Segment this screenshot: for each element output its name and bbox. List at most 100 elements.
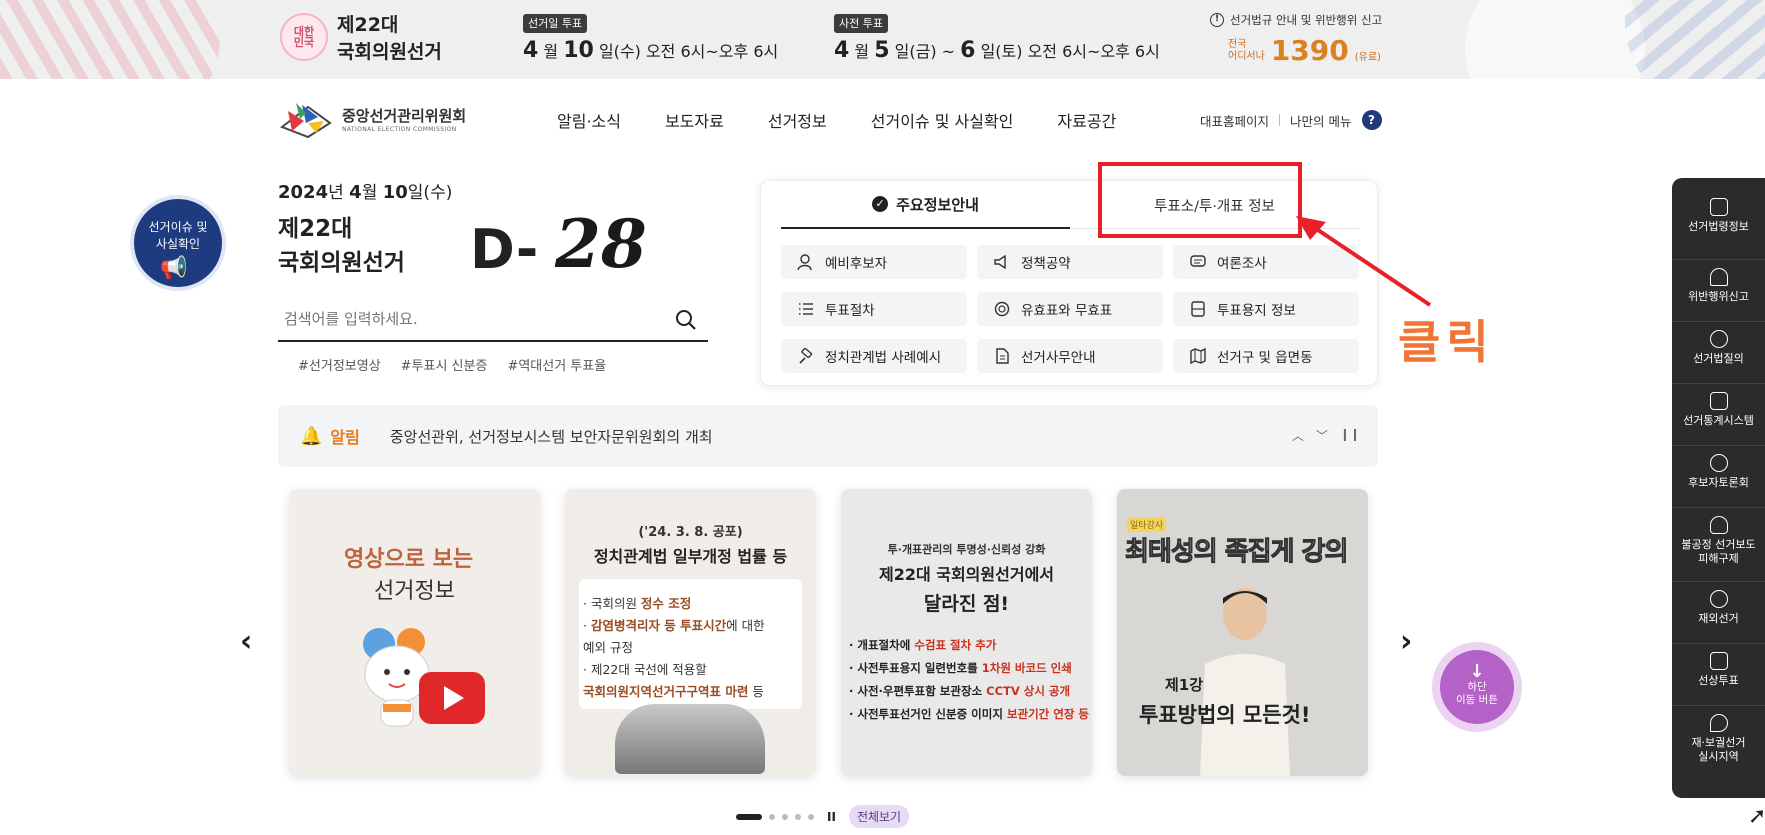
mouse-cursor-icon: ➚ [1748,804,1765,829]
election-title-line2: 국회의원선거 [337,41,442,63]
election-day-block: 선거일 투표 4 월 10 일(수) 오전 6시~오후 6시 [523,12,778,63]
search-input[interactable] [278,300,658,338]
menu-item-voting-procedure[interactable]: 투표절차 [781,292,967,326]
menu-item-valid-invalid-votes[interactable]: 유효표와 무효표 [977,292,1163,326]
notice-text[interactable]: 중앙선관위, 선거정보시스템 보안자문위원회의 개최 [390,426,713,447]
carousel-card-video[interactable]: 영상으로 보는 선거정보 [289,489,540,776]
pause-icon[interactable]: ❙❙ [1340,427,1360,444]
info-menu-grid: 예비후보자 정책공약 여론조사 투표절차 유효표와 무효표 투표용지 정보 정치… [781,245,1359,373]
help-icon[interactable]: ? [1361,110,1382,130]
scroll-bottom-label: 하단 [1467,681,1487,693]
election-title[interactable]: 제22대 국회의원선거 [337,12,442,66]
hashtag-link[interactable]: #투표시 신분증 [401,355,488,374]
carousel-card-law-revision[interactable]: ('24. 3. 8. 공포) 정치관계법 일부개정 법률 등 · 국회의원 정… [565,489,816,776]
early-vote-tag: 사전 투표 [834,14,888,33]
election-name: 제22대 국회의원선거 [278,216,405,276]
quick-menu-debate[interactable]: 후보자토론회 [1672,446,1765,508]
pause-icon[interactable]: II [827,810,836,824]
menu-item-label: 정치관계법 사례예시 [825,350,942,366]
quick-menu-law-inquiry[interactable]: 선거법질의 [1672,322,1765,384]
play-icon [419,672,485,724]
hotline: 전국 어디서나 1390 (유료) [1228,34,1381,67]
highlight-box [1098,162,1302,238]
hashtag-list: #선거정보영상 #투표시 신분증 #역대선거 투표율 [298,355,606,374]
quick-menu-label: 선거법령정보 [1688,220,1749,233]
nav-item-issues[interactable]: 선거이슈 및 사실확인 [871,108,1014,132]
menu-item-election-affairs[interactable]: 선거사무안내 [977,339,1163,373]
nav-item-resources[interactable]: 자료공간 [1057,108,1116,132]
carousel-next-icon[interactable]: › [1400,624,1412,659]
nav-item-election-info[interactable]: 선거정보 [768,108,827,132]
scroll-bottom-label: 이동 버튼 [1456,694,1498,706]
card-title: 영상으로 보는 [344,547,474,572]
tab-main-info[interactable]: ✓ 주요정보안내 [781,181,1070,229]
chevron-down-icon[interactable]: ﹀ [1316,427,1328,444]
quick-menu-by-election[interactable]: 재·보궐선거 실시지역 [1672,706,1765,786]
quick-menu-label: 선상투표 [1698,674,1739,687]
menu-item-preliminary-candidates[interactable]: 예비후보자 [781,245,967,279]
nec-logo-icon [279,103,332,139]
nec-logo[interactable]: 중앙선거관리위원회 NATIONAL ELECTION COMMISSION [278,97,466,141]
card-subtitle: 투표방법의 모든것! [1139,703,1311,727]
election-logo[interactable]: 대한 민국 [280,13,328,61]
monitor-chart-icon [1709,392,1728,410]
pager-dot[interactable] [795,813,801,820]
quick-menu-violation-report[interactable]: 위반행위신고 [1672,260,1765,322]
search-box [278,300,708,342]
quick-menu-unfair-report[interactable]: 불공정 선거보도 피해구제 [1672,508,1765,582]
carousel-prev-icon[interactable]: ‹ [240,624,252,659]
card-subtitle: 투·개표관리의 투명성·신뢰성 강화 [887,543,1046,556]
card-list: · 개표절차에 수검표 절차 추가 · 사전투표용지 일련번호를 1차원 바코드… [849,638,1090,721]
quick-menu-law-info[interactable]: 선거법령정보 [1672,198,1765,260]
hashtag-link[interactable]: #선거정보영상 [298,355,381,374]
menu-item-label: 투표용지 정보 [1217,303,1296,319]
pager-dot[interactable] [769,813,775,820]
quick-menu-overseas[interactable]: 재외선거 [1672,582,1765,644]
card-title: 최태성의 족집게 강의 [1124,537,1348,568]
pager-dot[interactable] [782,813,788,820]
scroll-bottom-button[interactable]: ↓ 하단 이동 버튼 [1440,650,1514,724]
search-icon[interactable] [674,308,698,332]
quick-menu-label: 재외선거 [1698,612,1739,625]
nav-item-press[interactable]: 보도자료 [665,108,724,132]
map-icon [1190,347,1206,365]
menu-item-political-law-cases[interactable]: 정치관계법 사례예시 [781,339,967,373]
chevron-up-icon[interactable]: ︿ [1292,427,1304,444]
card-title: 정치관계법 일부개정 법률 등 [593,547,788,566]
pointer-arrow [1296,216,1432,307]
quick-menu-label: 선거법질의 [1693,352,1744,365]
home-link[interactable]: 대표홈페이지 [1200,111,1269,130]
click-annotation: 클릭 [1398,315,1495,369]
quick-menu-statistics[interactable]: 선거통계시스템 [1672,384,1765,446]
pager-dot[interactable] [808,813,814,820]
report-link[interactable]: ! 선거법규 안내 및 위반행위 신고 [1210,12,1382,28]
debate-icon [1709,454,1728,472]
today-date: 2024년 4월 10일(수) [278,182,453,203]
check-icon: ✓ [872,196,889,212]
quick-menu-ship-voting[interactable]: 선상투표 [1672,644,1765,706]
election-day-date: 4 월 10 일(수) 오전 6시~오후 6시 [523,38,779,63]
divider [1279,114,1281,126]
menu-item-label: 정책공약 [1021,256,1071,272]
quick-menu-label: 불공정 선거보도 피해구제 [1681,538,1756,565]
carousel-card-lecture[interactable]: 일타강사 최태성의 족집게 강의 제1강 투표방법의 모든것! [1117,489,1368,776]
pager-active[interactable] [736,813,762,820]
banner-decoration [0,0,220,79]
hashtag-link[interactable]: #역대선거 투표율 [507,355,606,374]
election-day-tag: 선거일 투표 [523,14,588,33]
carousel-card-changes[interactable]: 투·개표관리의 투명성·신뢰성 강화 제22대 국회의원선거에서 달라진 점! … [841,489,1092,776]
view-all-button[interactable]: 전체보기 [848,805,910,828]
my-menu-link[interactable]: 나만의 메뉴 [1290,111,1351,130]
card-subtitle: 선거정보 [374,579,455,604]
document-icon [996,348,1009,364]
card-title: 달라진 점! [923,593,1010,615]
notice-label: 알림 [330,428,360,447]
speaker-icon [994,254,1006,270]
siren-icon [1709,268,1728,286]
nav-item-news[interactable]: 알림·소식 [557,108,621,132]
menu-item-policy-pledges[interactable]: 정책공약 [977,245,1163,279]
menu-item-constituencies[interactable]: 선거구 및 읍면동 [1173,339,1359,373]
menu-item-label: 투표절차 [825,303,875,319]
quick-menu: 선거법령정보 위반행위신고 선거법질의 선거통계시스템 후보자토론회 불공정 선… [1672,178,1765,798]
notice-bar: 🔔 알림 중앙선관위, 선거정보시스템 보안자문위원회의 개최 ︿ ﹀ ❙❙ [278,405,1378,467]
